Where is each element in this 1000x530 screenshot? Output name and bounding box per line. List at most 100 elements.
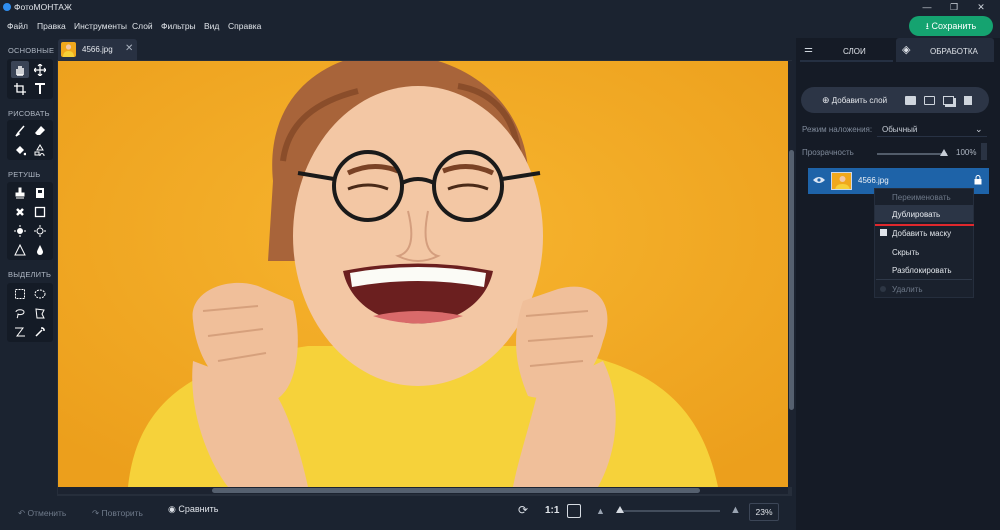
horizontal-scroll-thumb[interactable] <box>212 488 700 493</box>
tab-processing-label: ОБРАБОТКА <box>930 47 978 56</box>
folder-icon[interactable] <box>924 96 935 105</box>
move-tool-icon[interactable] <box>31 61 49 78</box>
document-tab[interactable]: 4566.jpg ✕ <box>58 39 137 60</box>
add-mask-icon[interactable] <box>905 96 916 105</box>
menu-filters[interactable]: Фильтры <box>161 21 196 31</box>
document-tabs <box>57 38 792 60</box>
compare-button[interactable]: ◉ Сравнить <box>168 504 218 520</box>
brush-tool-icon[interactable] <box>11 122 29 139</box>
zoom-slider-knob[interactable] <box>616 506 624 513</box>
tool-panel <box>4 38 56 498</box>
save-button[interactable]: ⭳ Сохранить <box>909 16 993 36</box>
crop-tool-icon[interactable] <box>11 80 29 97</box>
menu-bar: Файл Правка Инструменты Слой Фильтры Вид… <box>0 15 1000 37</box>
undo-label: Отменить <box>27 508 67 518</box>
title-bar: ФотоМОНТАЖ <box>0 0 1000 15</box>
redo-icon: ↷ <box>92 508 100 518</box>
menu-duplicate[interactable]: Дублировать <box>892 210 940 219</box>
lock-icon[interactable] <box>974 175 982 187</box>
text-tool-icon[interactable] <box>31 80 49 97</box>
redo-button[interactable]: ↷ Повторить <box>92 508 143 519</box>
zoom-slider[interactable] <box>617 510 720 512</box>
save-label: Сохранить <box>931 21 977 31</box>
sliders-icon: ⚌ <box>804 44 813 55</box>
delete-dot-icon <box>880 286 886 292</box>
minimize-button[interactable]: — <box>914 0 940 15</box>
plus-circle-icon: ⊕ <box>822 95 830 105</box>
section-retouch: РЕТУШЬ <box>8 170 41 179</box>
ellipse-select-icon[interactable] <box>31 285 49 302</box>
opacity-slider[interactable] <box>877 153 947 155</box>
rotate-icon[interactable]: ⟳ <box>518 503 528 517</box>
fill-tool-icon[interactable] <box>11 141 29 158</box>
document-name: 4566.jpg <box>82 45 113 54</box>
duplicate-layer-icon[interactable] <box>943 96 954 105</box>
magnetic-lasso-icon[interactable] <box>11 323 29 340</box>
close-tab-icon[interactable]: ✕ <box>125 43 133 54</box>
layers-stack-icon: ◈ <box>902 44 911 56</box>
zoom-in-icon[interactable]: ▲ <box>730 504 741 516</box>
menu-edit[interactable]: Правка <box>37 21 66 31</box>
add-layer-button[interactable]: ⊕ Добавить слой <box>822 95 887 106</box>
opacity-slider-knob[interactable] <box>940 149 948 156</box>
blend-mode-value: Обычный <box>882 125 918 134</box>
opacity-value[interactable]: 100% <box>956 148 976 157</box>
blur-tool-icon[interactable] <box>31 241 49 258</box>
magic-wand-icon[interactable] <box>31 323 49 340</box>
menu-hide[interactable]: Скрыть <box>892 248 919 257</box>
lighten-tool-icon[interactable] <box>11 222 29 239</box>
mask-icon <box>880 229 887 236</box>
vertical-scroll-thumb[interactable] <box>789 150 794 410</box>
trash-icon[interactable] <box>964 96 972 105</box>
woman-photo-illustration <box>58 61 788 487</box>
tool-group-basic <box>7 59 53 99</box>
lasso-icon[interactable] <box>11 304 29 321</box>
menu-help[interactable]: Справка <box>228 21 261 31</box>
menu-layer[interactable]: Слой <box>132 21 153 31</box>
layer-thumbnail <box>831 172 852 190</box>
layer-name: 4566.jpg <box>858 176 889 185</box>
shapes-tool-icon[interactable] <box>31 141 49 158</box>
tab-layers-label: СЛОИ <box>843 47 866 56</box>
stamp-tool-icon[interactable] <box>11 184 29 201</box>
fit-screen-icon[interactable] <box>567 504 581 518</box>
actual-size-button[interactable]: 1:1 <box>545 505 559 516</box>
zoom-out-icon[interactable]: ▲ <box>596 506 605 516</box>
heal-tool-icon[interactable] <box>11 203 29 220</box>
eye-icon: ◉ <box>168 504 176 514</box>
compare-label: Сравнить <box>178 504 219 514</box>
patch-tool-icon[interactable] <box>31 184 49 201</box>
visibility-eye-icon[interactable] <box>813 176 825 186</box>
tool-group-retouch <box>7 182 53 260</box>
rect-select-icon[interactable] <box>11 285 29 302</box>
sharpen-tool-icon[interactable] <box>11 241 29 258</box>
opacity-label: Прозрачность <box>802 148 854 157</box>
menu-divider <box>876 279 972 280</box>
download-icon: ⭳ <box>925 21 929 31</box>
undo-button[interactable]: ↶ Отменить <box>18 508 66 519</box>
photo-canvas[interactable] <box>58 61 788 487</box>
polygon-lasso-icon[interactable] <box>31 304 49 321</box>
zoom-value[interactable]: 23% <box>749 503 779 521</box>
close-window-button[interactable]: ✕ <box>968 0 994 15</box>
menu-delete[interactable]: Удалить <box>892 285 923 294</box>
eraser-tool-icon[interactable] <box>31 122 49 139</box>
tool-group-select <box>7 283 53 342</box>
section-basic: ОСНОВНЫЕ <box>8 46 55 55</box>
darken-tool-icon[interactable] <box>31 222 49 239</box>
opacity-stepper[interactable] <box>981 143 987 160</box>
blend-mode-label: Режим наложения: <box>802 125 873 134</box>
section-select: ВЫДЕЛИТЬ <box>8 270 52 279</box>
menu-tools[interactable]: Инструменты <box>74 21 127 31</box>
menu-unlock[interactable]: Разблокировать <box>892 266 952 275</box>
document-thumbnail <box>61 42 76 57</box>
menu-add-mask[interactable]: Добавить маску <box>892 229 951 238</box>
chevron-down-icon: ⌄ <box>975 124 983 134</box>
maximize-button[interactable]: ❐ <box>941 0 967 15</box>
menu-file[interactable]: Файл <box>7 21 28 31</box>
menu-view[interactable]: Вид <box>204 21 219 31</box>
highlight-underline <box>875 224 974 226</box>
hand-tool-icon[interactable] <box>11 61 29 78</box>
menu-rename[interactable]: Переименовать <box>892 193 951 202</box>
frame-tool-icon[interactable] <box>31 203 49 220</box>
